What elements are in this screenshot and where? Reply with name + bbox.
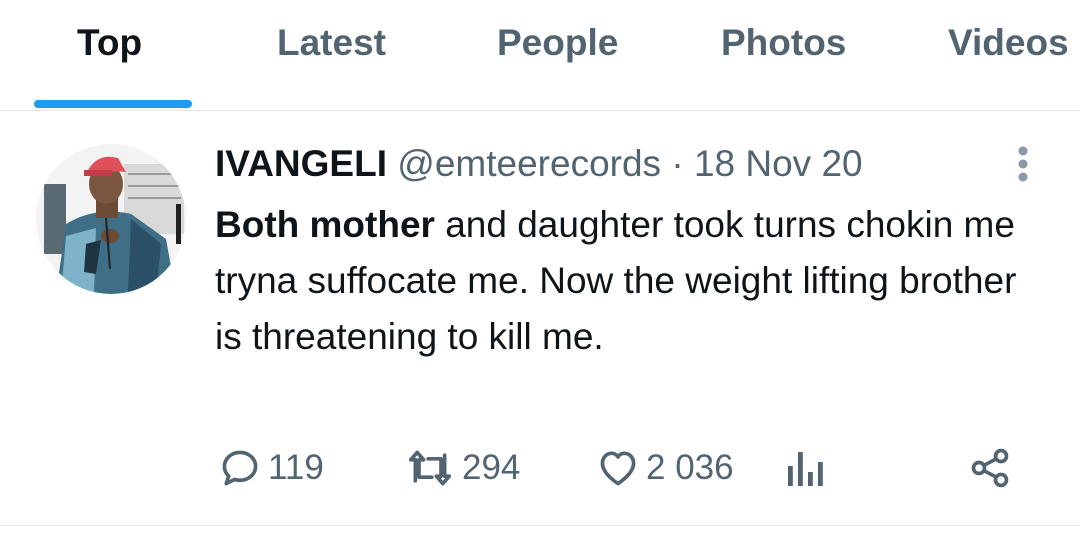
tweet[interactable]: IVANGELI @emteerecords · 18 Nov 20 Both …: [0, 111, 1080, 526]
tweet-text: Both mother and daughter took turns chok…: [215, 197, 1035, 365]
active-tab-indicator: [34, 100, 192, 108]
repost-button[interactable]: 294: [404, 446, 520, 490]
avatar[interactable]: [36, 144, 186, 294]
reply-icon: [218, 446, 262, 490]
reply-button[interactable]: 119: [218, 446, 324, 490]
like-button[interactable]: 2 036: [596, 446, 734, 490]
like-count: 2 036: [646, 448, 734, 487]
views-button[interactable]: [784, 446, 824, 490]
user-handle[interactable]: @emteerecords: [397, 143, 661, 184]
tab-people[interactable]: People: [497, 22, 618, 64]
tab-top[interactable]: Top: [77, 22, 142, 64]
tab-latest[interactable]: Latest: [277, 22, 386, 64]
tab-videos[interactable]: Videos: [948, 22, 1069, 64]
repost-count: 294: [462, 448, 521, 487]
tab-photos[interactable]: Photos: [721, 22, 846, 64]
heart-icon: [596, 446, 640, 490]
views-icon: [784, 446, 824, 490]
search-tabs: Top Latest People Photos Videos: [0, 0, 1080, 111]
more-vertical-icon[interactable]: [1006, 145, 1040, 185]
repost-icon: [404, 446, 456, 490]
display-name[interactable]: IVANGELI: [215, 143, 387, 184]
separator-dot: ·: [661, 143, 694, 184]
tweet-text-bold: Both mother: [215, 204, 435, 245]
tweet-header: IVANGELI @emteerecords · 18 Nov 20: [215, 142, 863, 186]
share-icon: [968, 446, 1012, 490]
share-button[interactable]: [968, 446, 1012, 490]
reply-count: 119: [268, 448, 324, 487]
tweet-date[interactable]: 18 Nov 20: [694, 143, 863, 184]
